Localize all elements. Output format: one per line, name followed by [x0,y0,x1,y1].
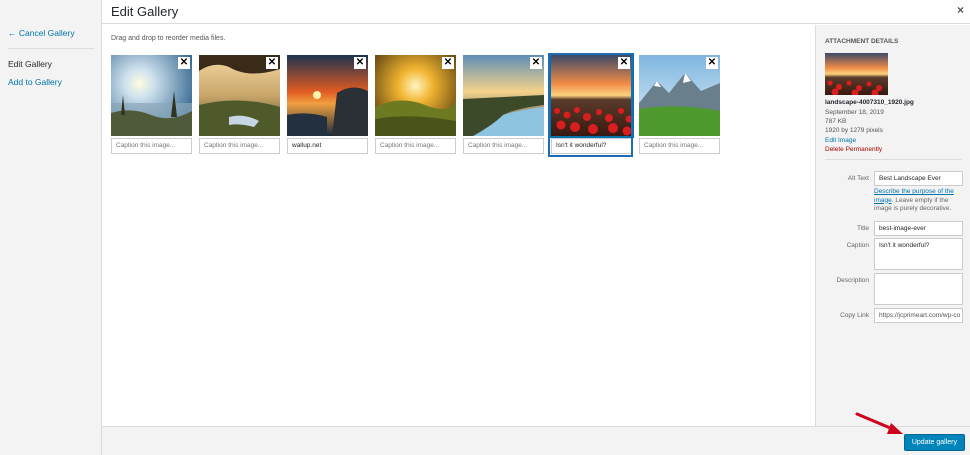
gallery-item[interactable]: ✕ Caption this image... [639,55,720,154]
gallery-item[interactable]: ✕ Caption this image... [199,55,280,154]
attachment-file-size: 787 KB [825,118,847,125]
caption-label: Caption [846,242,869,249]
remove-icon[interactable]: ✕ [354,57,366,69]
gallery-item[interactable]: ✕ Caption this image... [463,55,544,154]
title-label: Title [856,225,869,232]
update-gallery-button[interactable]: Update gallery [903,434,965,451]
remove-icon[interactable]: ✕ [442,57,454,69]
reorder-instructions: Drag and drop to reorder media files. [111,35,226,42]
copy-link-label: Copy Link [840,312,869,319]
attachment-details-heading: ATTACHMENT DETAILS [825,38,899,45]
attachment-filename: landscape-4007310_1920.jpg [825,99,914,106]
description-textarea[interactable] [874,273,963,305]
remove-icon[interactable]: ✕ [178,57,190,69]
modal-toolbar: Update gallery [102,426,970,455]
gallery-item[interactable]: ✕ wallup.net [287,55,368,154]
alt-text-label: Alt Text [847,175,869,182]
modal-title: Edit Gallery [111,4,179,19]
gallery-item[interactable]: ✕ Caption this image... [375,55,456,154]
remove-icon[interactable]: ✕ [706,57,718,69]
alt-text-input[interactable]: Best Landscape Ever [874,171,963,186]
gallery-item-selected[interactable]: ✕ Isn't it wonderful? [549,53,634,154]
edit-image-link[interactable]: Edit Image [825,137,856,144]
caption-input[interactable]: Caption this image... [199,138,280,154]
modal-title-bar: Edit Gallery × [102,0,970,24]
remove-icon[interactable]: ✕ [530,57,542,69]
remove-icon[interactable]: ✕ [618,57,630,69]
attachment-dimensions: 1920 by 1279 pixels [825,127,883,134]
attachment-date: September 18, 2019 [825,109,884,116]
menu-separator [8,48,94,49]
caption-textarea[interactable]: Isn't it wonderful? [874,238,963,270]
caption-input[interactable]: Caption this image... [639,138,720,154]
gallery-content: Drag and drop to reorder media files. ✕ … [102,25,815,426]
caption-input[interactable]: Caption this image... [375,138,456,154]
gallery-item[interactable]: ✕ Caption this image... [111,55,192,154]
media-modal-menu: ← Cancel Gallery Edit Gallery Add to Gal… [0,0,102,455]
details-divider [825,159,962,160]
menu-item-edit-gallery[interactable]: Edit Gallery [8,59,52,69]
caption-input[interactable]: wallup.net [287,138,368,154]
alt-text-help: Describe the purpose of the image. Leave… [874,188,966,214]
close-icon[interactable]: × [957,3,964,17]
caption-input[interactable]: Isn't it wonderful? [551,138,632,154]
caption-input[interactable]: Caption this image... [463,138,544,154]
menu-item-add-to-gallery[interactable]: Add to Gallery [8,77,62,87]
title-input[interactable]: best-image-ever [874,221,963,236]
description-label: Description [836,277,869,284]
caption-input[interactable]: Caption this image... [111,138,192,154]
attachment-details-sidebar: ATTACHMENT DETAILS landscape-4007310_192… [815,25,970,426]
attachment-preview-image [825,53,888,95]
copy-link-input[interactable]: https://jcprimeart.com/wp-co [874,308,963,323]
delete-permanently-link[interactable]: Delete Permanently [825,146,882,153]
remove-icon[interactable]: ✕ [266,57,278,69]
cancel-gallery-link[interactable]: ← Cancel Gallery [8,28,75,38]
